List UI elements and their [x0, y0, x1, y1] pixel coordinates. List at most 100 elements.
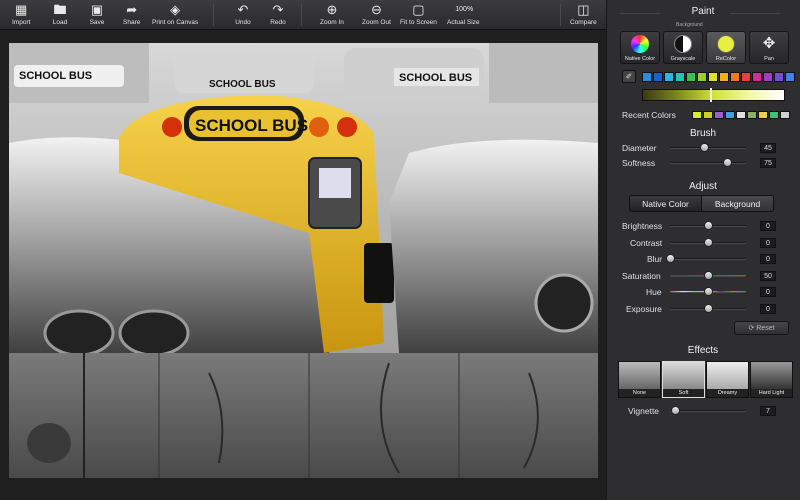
recent-color-swatch[interactable] [725, 111, 735, 119]
blur-label: Blur [647, 254, 663, 264]
recent-color-swatch[interactable] [747, 111, 757, 119]
effect-hard-light[interactable]: Hard Light [750, 361, 793, 398]
compare-button[interactable]: ◫ Compare [570, 2, 597, 29]
slider-knob[interactable] [671, 406, 681, 415]
recent-color-swatch[interactable] [758, 111, 768, 119]
effects-section-title: Effects [687, 345, 719, 356]
color-swatch[interactable] [686, 72, 696, 82]
share-icon: ➦ [126, 2, 138, 17]
import-button[interactable]: ▦ Import [12, 2, 30, 29]
color-swatch[interactable] [664, 72, 674, 82]
color-swatch[interactable] [719, 72, 729, 82]
undo-icon: ↶ [237, 2, 249, 17]
blur-value[interactable]: 0 [760, 254, 776, 264]
color-swatch[interactable] [708, 72, 718, 82]
recent-color-swatch[interactable] [769, 111, 779, 119]
contrast-slider[interactable] [670, 237, 746, 249]
zoom-in-icon: ⊕ [326, 2, 338, 17]
reset-button[interactable]: ⟳ Reset [734, 321, 789, 335]
recent-color-swatch[interactable] [780, 111, 790, 119]
effect-thumbnail [663, 362, 704, 389]
photo-image: SCHOOL BUS SCHOOL BUS SCHOOL BUS SCHOOL … [9, 43, 598, 478]
recolor-mode-button[interactable]: ReColor [706, 31, 746, 64]
hue-slider[interactable] [670, 286, 746, 298]
color-swatch[interactable] [642, 72, 652, 82]
native-color-mode-button[interactable]: Native Color [620, 31, 660, 64]
recolor-icon [717, 35, 735, 53]
load-button[interactable]: 🖿 Load [52, 2, 68, 29]
gradient-cursor[interactable] [710, 88, 712, 102]
toolbar: ▦ Import 🖿 Load ▣ Save ➦ Share ◈ Print o… [0, 0, 606, 30]
effect-dreamy[interactable]: Dreamy [706, 361, 749, 398]
eyedropper-icon: ✐ [625, 72, 633, 81]
color-swatch[interactable] [774, 72, 784, 82]
slider-knob[interactable] [704, 271, 713, 280]
diameter-label: Diameter [622, 143, 657, 153]
shade-gradient-bar[interactable] [642, 89, 785, 101]
color-swatches [642, 72, 796, 82]
tab-native-color[interactable]: Native Color [630, 196, 701, 211]
canvas-area[interactable]: SCHOOL BUS SCHOOL BUS SCHOOL BUS SCHOOL … [0, 30, 606, 500]
zoom-out-button[interactable]: ⊖ Zoom Out [362, 2, 391, 29]
bg-bus-sign-left: SCHOOL BUS [19, 70, 92, 82]
recent-color-swatch[interactable] [736, 111, 746, 119]
effect-thumbnail [707, 362, 748, 389]
contrast-value[interactable]: 0 [760, 238, 776, 248]
redo-button[interactable]: ↷ Redo [270, 2, 286, 29]
saturation-value[interactable]: 50 [760, 271, 776, 281]
eyedropper-button[interactable]: ✐ [622, 70, 636, 83]
recent-color-swatch[interactable] [703, 111, 713, 119]
slider-knob[interactable] [700, 143, 710, 152]
color-swatch[interactable] [675, 72, 685, 82]
slider-knob[interactable] [704, 221, 713, 230]
color-swatch[interactable] [785, 72, 795, 82]
effect-soft[interactable]: Soft [662, 361, 705, 398]
color-swatch[interactable] [752, 72, 762, 82]
print-on-canvas-button[interactable]: ◈ Print on Canvas [152, 2, 198, 29]
actual-size-button[interactable]: 100% Actual Size [447, 2, 480, 29]
vignette-value[interactable]: 7 [760, 406, 776, 416]
saturation-slider[interactable] [670, 270, 746, 282]
grayscale-mode-button[interactable]: Grayscale [663, 31, 703, 64]
recent-color-swatch[interactable] [714, 111, 724, 119]
slider-knob[interactable] [704, 304, 713, 313]
slider-knob[interactable] [723, 158, 732, 167]
color-swatch[interactable] [653, 72, 663, 82]
zoom-out-icon: ⊖ [371, 2, 382, 17]
slider-knob[interactable] [666, 254, 675, 263]
recent-color-swatch[interactable] [692, 111, 702, 119]
toolbar-divider [213, 4, 214, 26]
import-icon: ▦ [15, 2, 28, 17]
effect-none[interactable]: None [618, 361, 661, 398]
color-swatch[interactable] [741, 72, 751, 82]
diameter-value[interactable]: 45 [760, 143, 776, 153]
toolbar-divider [301, 4, 302, 26]
hue-value[interactable]: 0 [760, 287, 776, 297]
color-swatch[interactable] [730, 72, 740, 82]
pan-mode-button[interactable]: ✥ Pan [749, 31, 789, 64]
slider-knob[interactable] [704, 238, 713, 247]
fit-to-screen-button[interactable]: ▢ Fit to Screen [400, 2, 437, 29]
actual-size-icon: 100% [455, 6, 474, 13]
color-wheel-icon [631, 35, 649, 53]
print-icon: ◈ [170, 2, 181, 17]
undo-button[interactable]: ↶ Undo [235, 2, 251, 29]
tab-background[interactable]: Background [701, 196, 773, 211]
slider-knob[interactable] [704, 287, 713, 296]
brightness-value[interactable]: 0 [760, 221, 776, 231]
recent-colors [692, 111, 791, 119]
color-swatch[interactable] [697, 72, 707, 82]
color-swatch[interactable] [763, 72, 773, 82]
exposure-slider[interactable] [670, 303, 746, 315]
share-button[interactable]: ➦ Share [123, 2, 140, 29]
softness-slider[interactable] [670, 157, 746, 169]
save-button[interactable]: ▣ Save [89, 2, 105, 29]
exposure-value[interactable]: 0 [760, 304, 776, 314]
photo-canvas[interactable]: SCHOOL BUS SCHOOL BUS SCHOOL BUS SCHOOL … [9, 43, 598, 478]
blur-slider[interactable] [666, 253, 746, 265]
diameter-slider[interactable] [670, 142, 746, 154]
zoom-in-button[interactable]: ⊕ Zoom In [320, 2, 344, 29]
brightness-slider[interactable] [670, 220, 746, 232]
vignette-slider[interactable] [670, 405, 746, 417]
softness-value[interactable]: 75 [760, 158, 776, 168]
